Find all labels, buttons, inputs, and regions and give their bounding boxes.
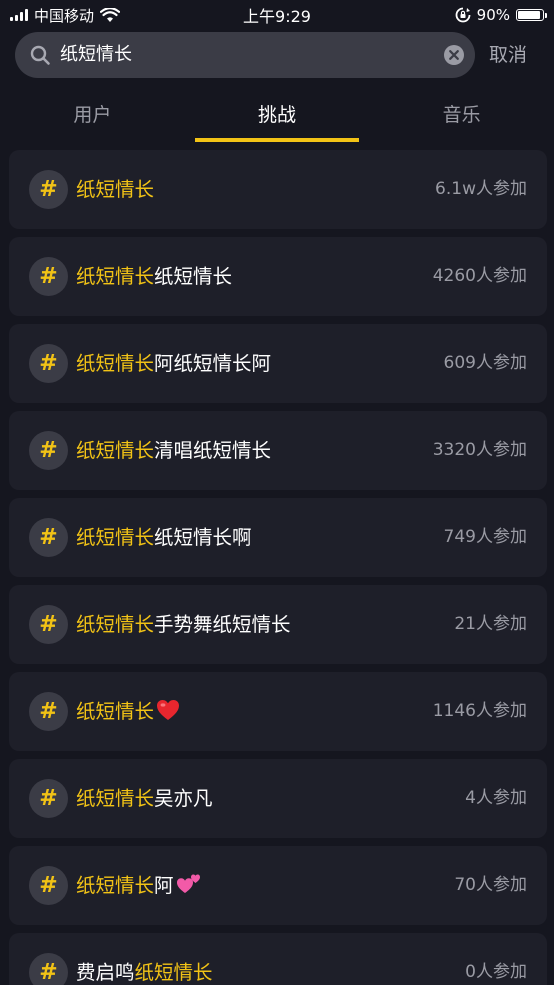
item-title-prefix: 费启鸣	[76, 961, 135, 984]
two-hearts-emoji	[176, 874, 200, 893]
participant-count: 70人参加	[454, 875, 527, 895]
participant-count: 3320人参加	[432, 440, 527, 460]
list-item[interactable]: # 费启鸣纸短情长 0人参加	[9, 933, 547, 985]
battery-fill	[518, 11, 540, 19]
red-heart-emoji	[157, 700, 180, 720]
item-title-highlight: 纸短情长	[76, 787, 155, 810]
participant-count: 609人参加	[443, 353, 527, 373]
item-title-suffix: 阿	[154, 874, 174, 897]
item-title: 纸短情长纸短情长啊	[76, 498, 252, 577]
participant-count: 4人参加	[465, 788, 527, 808]
item-title: 纸短情长清唱纸短情长	[76, 411, 271, 490]
hashtag-icon: #	[29, 866, 68, 905]
item-title: 纸短情长纸短情长	[76, 237, 232, 316]
hashtag-icon: #	[29, 605, 68, 644]
list-item[interactable]: # 纸短情长阿纸短情长阿 609人参加	[9, 324, 547, 403]
search-box[interactable]	[15, 32, 475, 78]
item-title-highlight: 纸短情长	[76, 178, 155, 201]
item-title-suffix: 清唱纸短情长	[154, 439, 272, 462]
wifi-icon	[100, 7, 121, 22]
battery-icon	[516, 9, 547, 21]
hashtag-icon: #	[29, 257, 68, 296]
item-title-highlight: 纸短情长	[76, 439, 155, 462]
list-item[interactable]: # 纸短情长清唱纸短情长 3320人参加	[9, 411, 547, 490]
tab-label: 音乐	[442, 104, 481, 126]
item-title: 纸短情长吴亦凡	[76, 759, 213, 838]
participant-count: 1146人参加	[432, 701, 527, 721]
list-item[interactable]: # 纸短情长阿 70人参加	[9, 846, 547, 925]
list-item[interactable]: # 纸短情长纸短情长啊 749人参加	[9, 498, 547, 577]
item-title-highlight: 纸短情长	[134, 961, 213, 984]
search-icon	[30, 45, 50, 65]
rotation-lock-icon	[455, 7, 471, 23]
battery-percent: 90%	[476, 6, 510, 24]
item-title-highlight: 纸短情长	[76, 874, 155, 897]
item-title: 纸短情长手势舞纸短情长	[76, 585, 291, 664]
tab-label: 挑战	[258, 104, 297, 126]
item-title: 纸短情长阿	[76, 846, 202, 925]
item-title: 纸短情长	[76, 150, 154, 229]
screen: 中国移动 上午9:29 90% 纸短情长 取消 用户 挑战 音乐 # 纸短情长 …	[0, 0, 554, 985]
status-time: 上午9:29	[243, 7, 311, 26]
list-item[interactable]: # 纸短情长吴亦凡 4人参加	[9, 759, 547, 838]
hashtag-icon: #	[29, 431, 68, 470]
item-title-highlight: 纸短情长	[76, 526, 155, 549]
search-input[interactable]	[60, 32, 430, 78]
item-title: 费启鸣纸短情长	[76, 933, 213, 985]
item-title-highlight: 纸短情长	[76, 700, 155, 723]
tab-bar: 用户 挑战 音乐	[0, 88, 554, 142]
participant-count: 4260人参加	[432, 266, 527, 286]
participant-count: 21人参加	[454, 614, 527, 634]
hashtag-icon: #	[29, 344, 68, 383]
item-title-suffix: 阿纸短情长阿	[154, 352, 272, 375]
search-row: 取消	[0, 32, 554, 78]
cancel-button[interactable]: 取消	[489, 32, 527, 78]
tab-label: 用户	[73, 104, 112, 126]
clear-icon[interactable]	[443, 44, 465, 66]
list-item[interactable]: # 纸短情长 6.1w人参加	[9, 150, 547, 229]
tab-music[interactable]: 音乐	[369, 88, 554, 142]
hashtag-icon: #	[29, 779, 68, 818]
item-title-highlight: 纸短情长	[76, 265, 155, 288]
item-title-highlight: 纸短情长	[76, 613, 155, 636]
status-left: 中国移动	[10, 5, 121, 26]
item-title-suffix: 纸短情长啊	[154, 526, 252, 549]
item-title-highlight: 纸短情长	[76, 352, 155, 375]
participant-count: 6.1w人参加	[435, 179, 527, 199]
hashtag-icon: #	[29, 953, 68, 985]
item-title-suffix: 吴亦凡	[154, 787, 213, 810]
list-item[interactable]: # 纸短情长 1146人参加	[9, 672, 547, 751]
item-title-suffix: 手势舞纸短情长	[154, 613, 291, 636]
list-item[interactable]: # 纸短情长纸短情长 4260人参加	[9, 237, 547, 316]
participant-count: 749人参加	[443, 527, 527, 547]
list-item[interactable]: # 纸短情长手势舞纸短情长 21人参加	[9, 585, 547, 664]
carrier-label: 中国移动	[34, 6, 95, 25]
hashtag-icon: #	[29, 170, 68, 209]
tab-users[interactable]: 用户	[0, 88, 185, 142]
hashtag-icon: #	[29, 692, 68, 731]
item-title: 纸短情长	[76, 672, 180, 751]
active-tab-indicator	[194, 138, 360, 142]
tab-challenges[interactable]: 挑战	[185, 88, 370, 142]
status-bar: 中国移动 上午9:29 90%	[0, 0, 554, 30]
item-title-suffix: 纸短情长	[154, 265, 233, 288]
signal-icon	[10, 9, 28, 21]
hashtag-icon: #	[29, 518, 68, 557]
status-right: 90%	[455, 6, 547, 24]
participant-count: 0人参加	[465, 962, 527, 982]
item-title: 纸短情长阿纸短情长阿	[76, 324, 271, 403]
